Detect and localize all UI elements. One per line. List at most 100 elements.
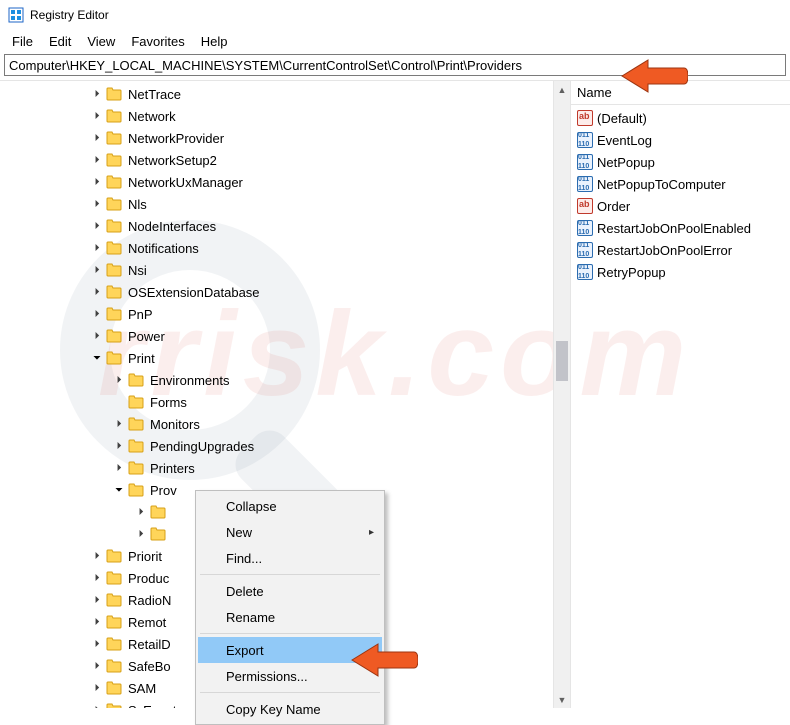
tree-item[interactable]: ⏵PendingUpgrades (0, 435, 570, 457)
menu-file[interactable]: File (4, 32, 41, 51)
tree-item[interactable]: ⏵ OSExtensionDatabase (0, 281, 570, 303)
expander-closed-icon[interactable]: ⏵ (90, 683, 104, 694)
expander-closed-icon[interactable]: ⏵ (90, 551, 104, 562)
expander-closed-icon[interactable]: ⏵ (90, 199, 104, 210)
expander-closed-icon[interactable]: ⏵ (90, 573, 104, 584)
list-row[interactable]: NetPopupToComputer (571, 173, 790, 195)
tree-item-label: OSExtensionDatabase (126, 285, 262, 300)
expander-closed-icon[interactable]: ⏵ (134, 529, 148, 540)
scroll-thumb[interactable] (556, 341, 568, 381)
tree-item-label: Print (126, 351, 157, 366)
expander-closed-icon[interactable]: ⏵ (90, 243, 104, 254)
tree-item-label: Power (126, 329, 167, 344)
expander-closed-icon[interactable]: ⏵ (90, 661, 104, 672)
value-name: RestartJobOnPoolError (597, 243, 732, 258)
list-row[interactable]: RestartJobOnPoolEnabled (571, 217, 790, 239)
reg-string-icon (577, 198, 593, 214)
tree-item[interactable]: ⏵Network (0, 105, 570, 127)
menu-edit[interactable]: Edit (41, 32, 79, 51)
tree-item[interactable]: ⏵PnP (0, 303, 570, 325)
list-header[interactable]: Name (571, 81, 790, 105)
tree-item[interactable]: ⏵NetTrace (0, 83, 570, 105)
value-name: (Default) (597, 111, 647, 126)
tree-item-label: NodeInterfaces (126, 219, 218, 234)
cm-copy-key-name[interactable]: Copy Key Name (198, 696, 382, 722)
expander-closed-icon[interactable]: ⏵ (90, 111, 104, 122)
expander-closed-icon[interactable]: ⏵ (90, 221, 104, 232)
menu-view[interactable]: View (79, 32, 123, 51)
expander-closed-icon[interactable]: ⏵ (112, 441, 126, 452)
tree-scrollbar[interactable]: ▲ ▼ (553, 81, 570, 708)
menu-favorites[interactable]: Favorites (123, 32, 192, 51)
tree-item[interactable]: ⏵ Notifications (0, 237, 570, 259)
cm-permissions[interactable]: Permissions... (198, 663, 382, 689)
scroll-up-button[interactable]: ▲ (554, 81, 570, 98)
tree-item[interactable]: ⏵NetworkUxManager (0, 171, 570, 193)
tree-item[interactable]: ⏵NetworkSetup2 (0, 149, 570, 171)
list-row[interactable]: NetPopup (571, 151, 790, 173)
expander-closed-icon[interactable]: ⏵ (90, 331, 104, 342)
tree-item[interactable]: ⏵ Power (0, 325, 570, 347)
tree-item-label: Forms (148, 395, 189, 410)
folder-icon (150, 527, 166, 541)
list-row[interactable]: RestartJobOnPoolError (571, 239, 790, 261)
expander-closed-icon[interactable]: ⏵ (90, 265, 104, 276)
expander-closed-icon[interactable]: ⏵ (90, 177, 104, 188)
title-bar: Registry Editor (0, 0, 790, 30)
list-row[interactable]: EventLog (571, 129, 790, 151)
expander-closed-icon[interactable]: ⏵ (112, 419, 126, 430)
cm-find[interactable]: Find... (198, 545, 382, 571)
cm-export[interactable]: Export (198, 637, 382, 663)
cm-new[interactable]: New (198, 519, 382, 545)
tree-item[interactable]: ⏷ Print (0, 347, 570, 369)
reg-binary-icon (577, 176, 593, 192)
folder-icon (106, 175, 122, 189)
expander-open-icon[interactable]: ⏷ (90, 353, 104, 364)
tree-item[interactable]: ⏵Environments (0, 369, 570, 391)
menu-bar: File Edit View Favorites Help (0, 30, 790, 52)
scroll-down-button[interactable]: ▼ (554, 691, 570, 708)
expander-closed-icon[interactable]: ⏵ (90, 133, 104, 144)
tree-item[interactable]: Forms (0, 391, 570, 413)
tree-item[interactable]: ⏵ NodeInterfaces (0, 215, 570, 237)
cm-collapse[interactable]: Collapse (198, 493, 382, 519)
expander-closed-icon[interactable]: ⏵ (112, 463, 126, 474)
tree-item[interactable]: ⏵Printers (0, 457, 570, 479)
address-input[interactable] (9, 58, 781, 73)
folder-icon (106, 681, 122, 695)
menu-help[interactable]: Help (193, 32, 236, 51)
tree-item-label: Monitors (148, 417, 202, 432)
expander-closed-icon[interactable]: ⏵ (134, 507, 148, 518)
list-row[interactable]: (Default) (571, 107, 790, 129)
tree-item-label: RetailD (126, 637, 173, 652)
folder-icon (106, 285, 122, 299)
tree-item[interactable]: ⏵NetworkProvider (0, 127, 570, 149)
folder-icon (106, 659, 122, 673)
expander-open-icon[interactable]: ⏷ (112, 485, 126, 496)
list-row[interactable]: RetryPopup (571, 261, 790, 283)
folder-icon (106, 87, 122, 101)
expander-closed-icon[interactable]: ⏵ (112, 375, 126, 386)
folder-icon (106, 219, 122, 233)
app-icon (8, 7, 24, 23)
address-bar[interactable] (4, 54, 786, 76)
expander-closed-icon[interactable]: ⏵ (90, 595, 104, 606)
expander-closed-icon[interactable]: ⏵ (90, 639, 104, 650)
tree-item[interactable]: ⏵Nls (0, 193, 570, 215)
expander-closed-icon[interactable]: ⏵ (90, 309, 104, 320)
expander-closed-icon[interactable]: ⏵ (90, 705, 104, 709)
expander-closed-icon[interactable]: ⏵ (90, 617, 104, 628)
expander-closed-icon[interactable]: ⏵ (90, 89, 104, 100)
tree-item-label: Notifications (126, 241, 201, 256)
cm-rename[interactable]: Rename (198, 604, 382, 630)
folder-icon (106, 263, 122, 277)
column-name[interactable]: Name (577, 85, 612, 100)
folder-icon (128, 461, 144, 475)
expander-closed-icon[interactable]: ⏵ (90, 155, 104, 166)
value-list[interactable]: (Default) EventLogNetPopupNetPopupToCompu… (571, 105, 790, 283)
tree-item[interactable]: ⏵ Monitors (0, 413, 570, 435)
cm-delete[interactable]: Delete (198, 578, 382, 604)
tree-item[interactable]: ⏵Nsi (0, 259, 570, 281)
list-row[interactable]: Order (571, 195, 790, 217)
expander-closed-icon[interactable]: ⏵ (90, 287, 104, 298)
